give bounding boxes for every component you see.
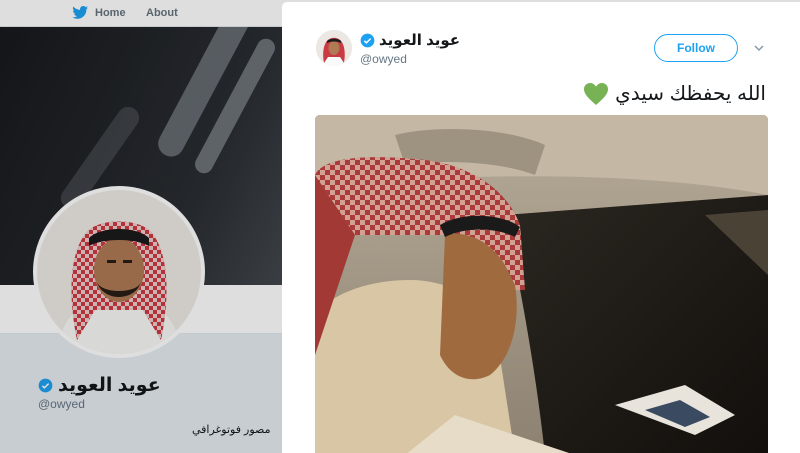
tweet-text: الله يحفظك سيدي <box>583 81 766 106</box>
follow-button[interactable]: Follow <box>654 34 738 62</box>
tweet-modal: عويد العويد @owyed Follow الله يحفظك سيد… <box>282 2 800 453</box>
tweet-media-photo[interactable] <box>315 115 768 453</box>
tweet-author-name-text: عويد العويد <box>379 32 461 49</box>
tweet-author-name[interactable]: عويد العويد <box>360 31 460 49</box>
chevron-down-icon[interactable] <box>753 42 765 54</box>
photo-man-in-car <box>315 115 768 453</box>
green-heart-icon <box>584 82 609 105</box>
verified-badge-icon <box>360 33 375 47</box>
person-avatar-image <box>316 30 352 66</box>
tweet-author-avatar[interactable] <box>316 30 352 66</box>
tweet-author-handle[interactable]: @owyed <box>360 52 407 66</box>
tweet-text-body: الله يحفظك سيدي <box>615 83 766 105</box>
